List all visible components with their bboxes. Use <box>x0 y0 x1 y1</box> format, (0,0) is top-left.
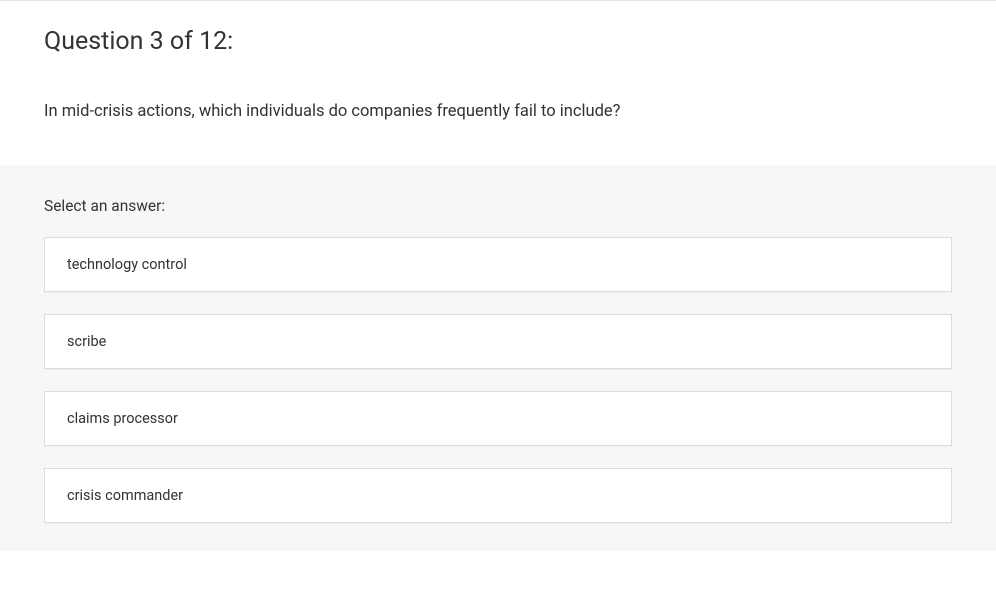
answer-prompt: Select an answer: <box>44 197 952 215</box>
answer-option-label: claims processor <box>67 410 178 427</box>
answer-option-label: crisis commander <box>67 487 183 504</box>
answer-option-2[interactable]: scribe <box>44 314 952 369</box>
question-header: Question 3 of 12: In mid-crisis actions,… <box>0 1 996 165</box>
answer-section: Select an answer: technology control scr… <box>0 165 996 551</box>
question-text: In mid-crisis actions, which individuals… <box>44 100 952 155</box>
answer-option-label: scribe <box>67 333 106 350</box>
answer-list: technology control scribe claims process… <box>44 237 952 523</box>
question-number: Question 3 of 12: <box>44 27 952 56</box>
answer-option-4[interactable]: crisis commander <box>44 468 952 523</box>
quiz-container: Question 3 of 12: In mid-crisis actions,… <box>0 0 996 551</box>
answer-option-label: technology control <box>67 256 187 273</box>
answer-option-3[interactable]: claims processor <box>44 391 952 446</box>
answer-option-1[interactable]: technology control <box>44 237 952 292</box>
